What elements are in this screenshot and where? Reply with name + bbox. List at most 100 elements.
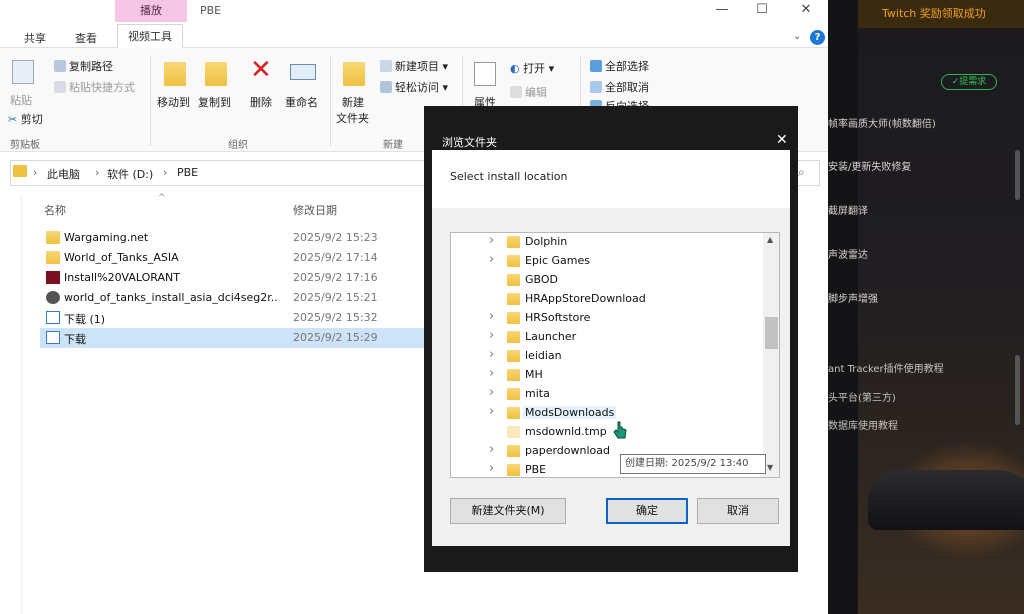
tree-item[interactable]: › Launcher <box>451 328 763 347</box>
dialog-header: Select install location <box>432 150 790 208</box>
new-item-button[interactable]: 新建项目 ▾ <box>380 58 448 74</box>
cut-button[interactable]: ✂ 剪切 <box>8 111 43 127</box>
select-all-icon <box>590 60 602 72</box>
menu-item-database-tutorial[interactable]: 数据库使用教程 <box>828 417 898 432</box>
file-name: Wargaming.net <box>64 231 149 244</box>
context-tab-play[interactable]: 播放 <box>115 0 187 22</box>
ok-button[interactable]: 确定 <box>606 498 688 524</box>
new-folder-label-2: 文件夹 <box>336 112 369 125</box>
tree-item[interactable]: › Dolphin <box>451 233 763 252</box>
new-folder-icon <box>343 62 365 86</box>
tree-item[interactable]: › leidian <box>451 347 763 366</box>
app-sidebar <box>828 0 858 614</box>
tree-item-label: GBOD <box>525 273 559 286</box>
tab-view[interactable]: 查看 <box>75 30 97 46</box>
navigation-pane[interactable] <box>0 195 22 614</box>
menu-item-footstep-enhance[interactable]: 脚步声增强 <box>828 290 878 305</box>
scrollbar-thumb[interactable] <box>1015 355 1020 425</box>
tree-item-label: mita <box>525 387 550 400</box>
paste-shortcut-button[interactable]: 粘贴快捷方式 <box>54 79 135 95</box>
column-header-name[interactable]: 名称 <box>44 202 66 218</box>
twitch-reward-banner: Twitch 奖励领取成功 <box>858 0 1024 28</box>
menu-item-screenshot-translate[interactable]: 截屏翻译 <box>828 202 868 217</box>
file-row[interactable]: Wargaming.net 2025/9/2 15:23 <box>40 228 425 248</box>
delete-button[interactable]: 删除 <box>250 94 272 110</box>
file-row[interactable]: 下载 2025/9/2 15:29 <box>40 328 425 348</box>
column-header-modified[interactable]: 修改日期 <box>293 202 337 218</box>
breadcrumb-this-pc[interactable]: 此电脑 <box>47 166 80 182</box>
select-all-button[interactable]: 全部选择 <box>590 58 649 74</box>
paste-shortcut-icon <box>54 81 66 93</box>
tree-item[interactable]: › mita <box>451 385 763 404</box>
file-row[interactable]: Install%20VALORANT 2025/9/2 17:16 <box>40 268 425 288</box>
menu-item-third-party[interactable]: 头平台(第三方) <box>828 389 896 404</box>
new-folder-button[interactable]: 新建 <box>342 94 364 110</box>
tree-item[interactable]: › Epic Games <box>451 252 763 271</box>
easy-access-button[interactable]: 轻松访问 ▾ <box>380 79 448 95</box>
expand-chevron-icon[interactable]: › <box>489 366 494 381</box>
file-row[interactable]: World_of_Tanks_ASIA 2025/9/2 17:14 <box>40 248 425 268</box>
move-to-button[interactable]: 移动到 <box>157 94 190 110</box>
menu-item-sound-radar[interactable]: 声波雷达 <box>828 246 868 261</box>
file-row[interactable]: 下载 (1) 2025/9/2 15:32 <box>40 308 425 328</box>
scissors-icon: ✂ <box>8 113 18 126</box>
expand-chevron-icon[interactable]: › <box>489 233 494 248</box>
copy-to-button[interactable]: 复制到 <box>198 94 231 110</box>
folder-icon <box>507 312 520 324</box>
expand-chevron-icon[interactable]: › <box>489 328 494 343</box>
tree-item[interactable]: msdownld.tmp <box>451 423 763 442</box>
help-icon[interactable]: ? <box>810 30 825 45</box>
tree-item-label: msdownld.tmp <box>525 425 607 438</box>
installer-icon <box>46 291 60 304</box>
tree-item[interactable]: › ModsDownloads <box>451 404 763 423</box>
tab-video-tools[interactable]: 视频工具 <box>117 24 183 48</box>
tree-item[interactable]: HRAppStoreDownload <box>451 290 763 309</box>
scrollbar-thumb[interactable] <box>1015 150 1020 200</box>
copy-path-button[interactable]: 复制路径 <box>54 58 113 74</box>
new-folder-dialog-button[interactable]: 新建文件夹(M) <box>450 498 566 524</box>
hand-cursor-icon <box>613 421 627 439</box>
minimize-icon[interactable]: — <box>712 2 732 18</box>
rename-button[interactable]: 重命名 <box>285 94 318 110</box>
expand-chevron-icon[interactable]: › <box>489 404 494 419</box>
tree-scroll-thumb[interactable] <box>765 317 778 349</box>
breadcrumb-drive-d[interactable]: 软件 (D:) <box>107 166 153 182</box>
menu-item-install-fix[interactable]: 安装/更新失败修复 <box>828 158 911 173</box>
request-feature-badge[interactable]: ✓提需求 <box>941 74 997 90</box>
tree-item-label: leidian <box>525 349 562 362</box>
folder-tree[interactable]: › Dolphin › Epic Games GBOD HRAppStoreDownloa… <box>450 232 780 478</box>
tab-share[interactable]: 共享 <box>24 30 46 46</box>
tree-scrollbar[interactable]: ▲ ▼ <box>763 233 779 477</box>
file-name: Install%20VALORANT <box>64 271 180 284</box>
scroll-up-icon[interactable]: ▲ <box>767 235 773 244</box>
maximize-icon[interactable]: ☐ <box>752 2 772 18</box>
expand-chevron-icon[interactable]: › <box>489 347 494 362</box>
file-row[interactable]: world_of_tanks_install_asia_dci4seg2r...… <box>40 288 425 308</box>
folder-icon <box>507 407 520 419</box>
expand-chevron-icon[interactable]: › <box>489 252 494 267</box>
close-icon[interactable]: ✕ <box>796 2 816 18</box>
folder-icon <box>13 165 27 179</box>
scroll-down-icon[interactable]: ▼ <box>767 463 773 472</box>
folder-icon <box>46 231 60 244</box>
tree-item-label: paperdownload <box>525 444 610 457</box>
open-button[interactable]: ◐ 打开 ▾ <box>510 60 554 76</box>
select-none-button[interactable]: 全部取消 <box>590 79 649 95</box>
expand-chevron-icon[interactable]: › <box>489 442 494 457</box>
search-icon[interactable]: ⌕ <box>798 165 805 180</box>
dialog-close-icon[interactable]: ✕ <box>776 132 788 148</box>
expand-chevron-icon[interactable]: › <box>489 461 494 476</box>
collapse-ribbon-icon[interactable]: ⌄ <box>793 31 801 42</box>
breadcrumb-pbe[interactable]: PBE <box>177 166 198 179</box>
cancel-button[interactable]: 取消 <box>697 498 779 524</box>
menu-item-frame-master[interactable]: 帧率画质大师(帧数翻倍) <box>828 115 936 130</box>
expand-chevron-icon[interactable]: › <box>489 309 494 324</box>
tree-item[interactable]: › HRSoftstore <box>451 309 763 328</box>
tree-item[interactable]: › MH <box>451 366 763 385</box>
expand-chevron-icon[interactable]: › <box>489 385 494 400</box>
tree-item[interactable]: GBOD <box>451 271 763 290</box>
menu-item-tracker-tutorial[interactable]: ant Tracker插件使用教程 <box>828 360 944 375</box>
file-name: 下载 (1) <box>64 313 106 326</box>
paste-button[interactable]: 粘贴 <box>10 92 32 108</box>
edit-button[interactable]: 编辑 <box>510 84 547 100</box>
